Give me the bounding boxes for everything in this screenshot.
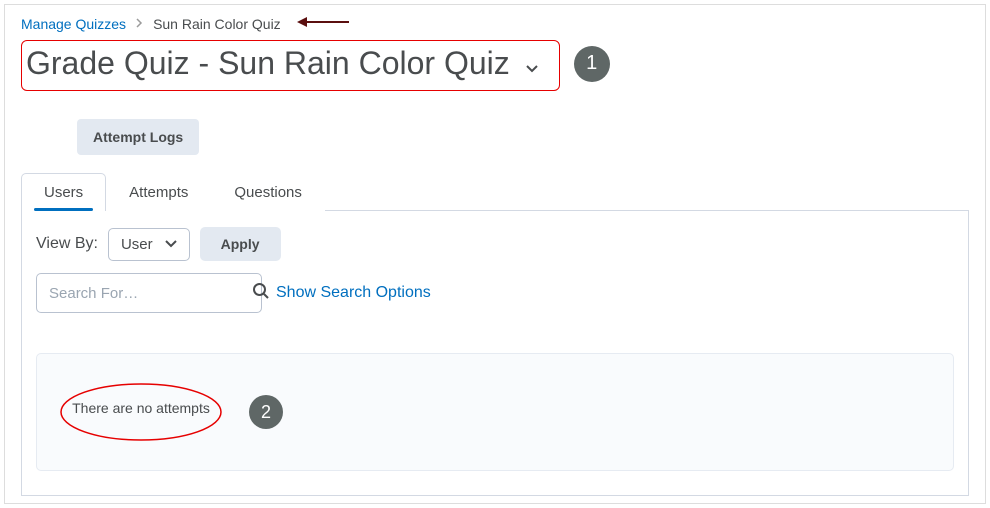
viewby-selected-value: User (121, 236, 153, 253)
search-icon[interactable] (252, 282, 270, 305)
search-input[interactable] (49, 285, 248, 302)
no-attempts-text: There are no attempts (61, 400, 221, 416)
results-box: There are no attempts 2 (36, 353, 954, 471)
title-callout-box: Grade Quiz - Sun Rain Color Quiz (21, 40, 560, 91)
app-frame: Manage Quizzes Sun Rain Color Quiz Grade… (4, 4, 986, 504)
chevron-down-icon (165, 237, 177, 251)
viewby-label: View By: (36, 235, 98, 253)
chevron-down-icon[interactable] (525, 61, 539, 77)
search-input-wrap (36, 273, 262, 313)
show-search-options-link[interactable]: Show Search Options (276, 284, 431, 302)
annotation-arrow-icon (297, 15, 351, 32)
no-attempts-callout: There are no attempts (61, 384, 221, 440)
viewby-row: View By: User Apply (36, 227, 954, 261)
callout-badge-1: 1 (574, 46, 610, 82)
tab-users[interactable]: Users (21, 173, 106, 211)
breadcrumb: Manage Quizzes Sun Rain Color Quiz (21, 13, 969, 36)
title-row: Grade Quiz - Sun Rain Color Quiz 1 (21, 36, 969, 91)
breadcrumb-current: Sun Rain Color Quiz (153, 16, 281, 32)
tab-bar: Users Attempts Questions (21, 173, 969, 211)
tab-questions[interactable]: Questions (211, 173, 325, 211)
attempt-logs-button[interactable]: Attempt Logs (77, 119, 199, 155)
callout-badge-2: 2 (249, 395, 283, 429)
tab-panel-users: View By: User Apply Show Search Optio (21, 211, 969, 496)
chevron-right-icon (136, 17, 143, 31)
page-title-text: Grade Quiz - Sun Rain Color Quiz (26, 45, 510, 81)
apply-button[interactable]: Apply (200, 227, 281, 261)
breadcrumb-root-link[interactable]: Manage Quizzes (21, 16, 126, 32)
tab-attempts[interactable]: Attempts (106, 173, 211, 211)
viewby-select[interactable]: User (108, 228, 190, 261)
search-row: Show Search Options (36, 273, 954, 313)
page-title[interactable]: Grade Quiz - Sun Rain Color Quiz (26, 45, 539, 82)
